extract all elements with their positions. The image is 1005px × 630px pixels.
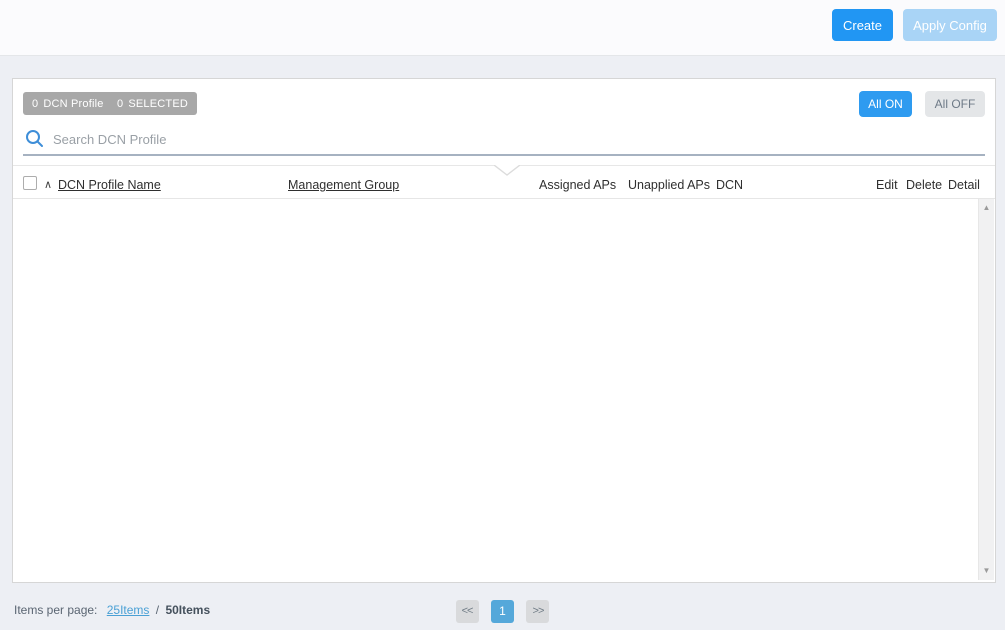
apply-config-button[interactable]: Apply Config <box>903 9 997 41</box>
top-action-bar: Create Apply Config <box>0 0 1005 56</box>
scroll-down-icon[interactable]: ▼ <box>979 564 994 578</box>
selected-badge-label: SELECTED <box>128 98 188 110</box>
next-page-button[interactable]: >> <box>526 600 549 623</box>
current-page-button[interactable]: 1 <box>491 600 514 623</box>
all-on-button[interactable]: All ON <box>859 91 912 117</box>
selected-count: 0 <box>117 98 123 110</box>
create-button[interactable]: Create <box>832 9 893 41</box>
selected-count-badge: 0 SELECTED <box>108 92 197 115</box>
dcn-profile-badge-label: DCN Profile <box>43 98 103 110</box>
column-header-management-group[interactable]: Management Group <box>288 178 399 192</box>
column-header-edit: Edit <box>876 178 898 192</box>
dcn-profile-panel: 0 DCN Profile 0 SELECTED All ON All OFF ∧ … <box>12 78 996 583</box>
all-off-button[interactable]: All OFF <box>925 91 985 117</box>
sort-ascending-icon[interactable]: ∧ <box>44 178 52 191</box>
search-icon <box>25 129 44 153</box>
column-header-detail: Detail <box>948 178 980 192</box>
column-header-unapplied-aps: Unapplied APs <box>628 178 710 192</box>
search-bar <box>23 126 985 156</box>
table-header-row: ∧ DCN Profile Name Management Group Assi… <box>13 173 995 199</box>
table-scrollbar[interactable]: ▲ ▼ <box>978 199 994 580</box>
previous-page-button[interactable]: << <box>456 600 479 623</box>
dcn-profile-count: 0 <box>32 98 38 110</box>
search-input[interactable] <box>53 127 985 151</box>
scroll-up-icon[interactable]: ▲ <box>979 201 994 215</box>
column-header-delete: Delete <box>906 178 942 192</box>
column-header-assigned-aps: Assigned APs <box>539 178 616 192</box>
column-header-dcn-profile-name[interactable]: DCN Profile Name <box>58 178 161 192</box>
column-header-dcn: DCN <box>716 178 743 192</box>
select-all-checkbox[interactable] <box>23 176 37 190</box>
dcn-profile-count-badge: 0 DCN Profile <box>23 92 113 115</box>
pagination: << 1 >> <box>0 600 1005 623</box>
search-underline <box>23 154 985 156</box>
table-body <box>13 199 978 580</box>
pagination-footer: Items per page: 25Items / 50Items << 1 >… <box>0 583 1005 630</box>
